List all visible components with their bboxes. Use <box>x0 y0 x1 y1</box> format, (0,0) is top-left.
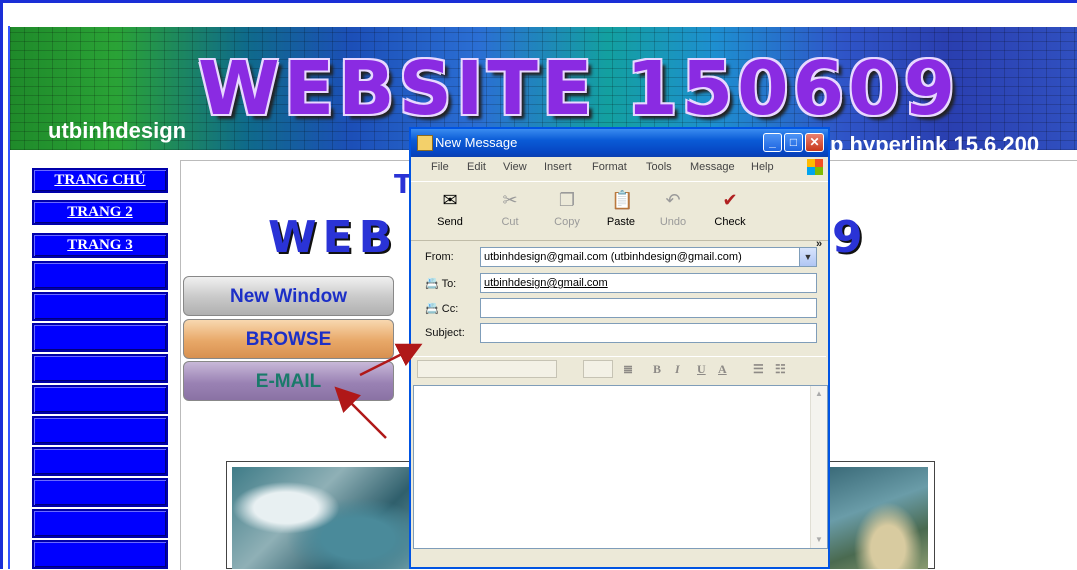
annotation-arrows <box>334 343 423 439</box>
arrow-to-email-button <box>334 386 387 439</box>
arrow-to-dialog <box>359 343 423 377</box>
